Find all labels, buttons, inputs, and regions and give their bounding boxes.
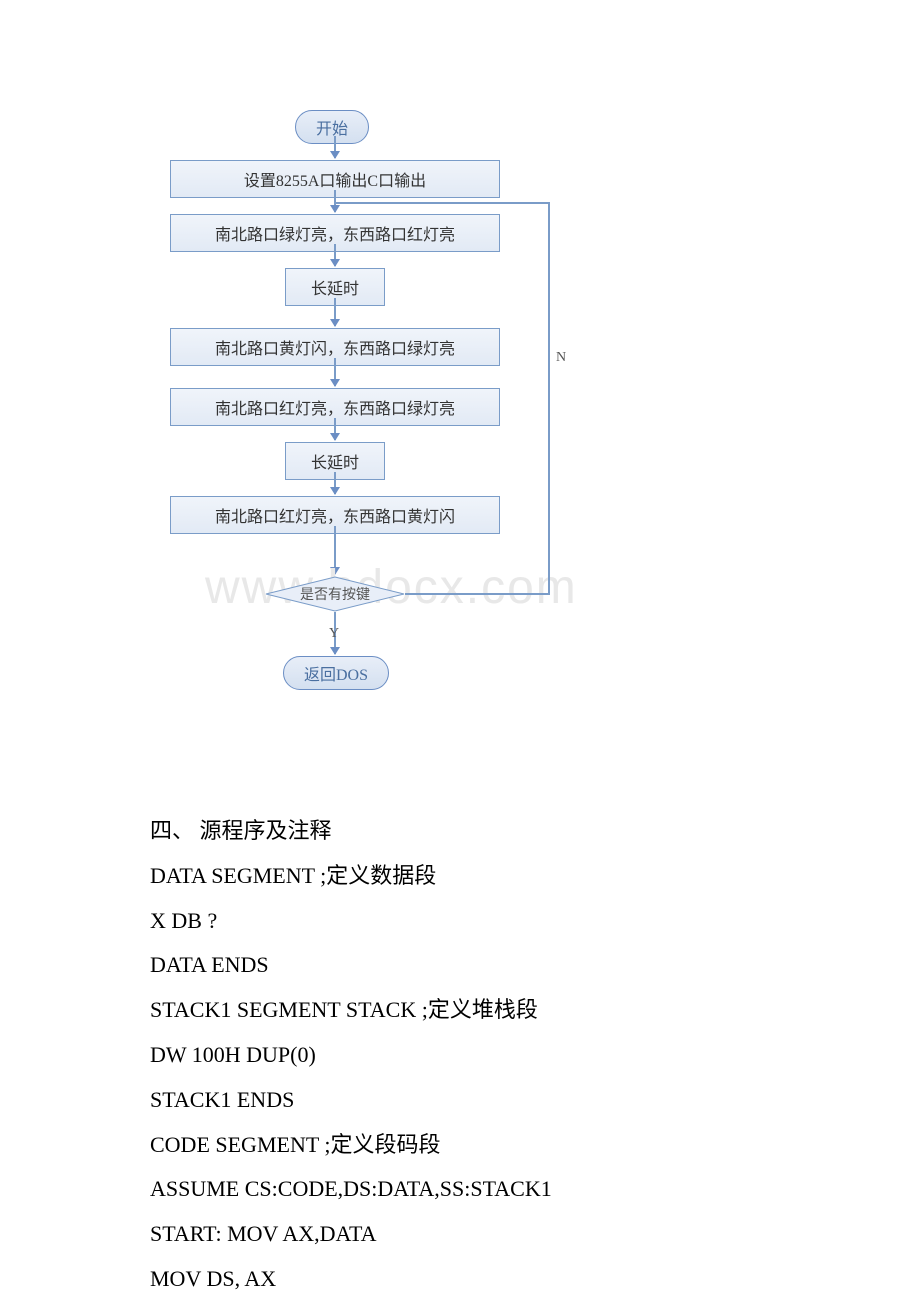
code-line: X DB ?: [150, 900, 920, 942]
code-line: MOV DS, AX: [150, 1258, 920, 1300]
label-yes: Y: [329, 626, 339, 642]
start-node: 开始: [295, 110, 369, 144]
code-line: DW 100H DUP(0): [150, 1034, 920, 1076]
arrow: [334, 190, 336, 212]
flowchart-container: 开始 设置8255A口输出C口输出 南北路口绿灯亮，东西路口红灯亮 长延时 南北…: [150, 0, 750, 800]
code-line: DATA SEGMENT ;定义数据段: [150, 855, 920, 897]
feedback-line: [336, 202, 549, 204]
arrow: [334, 358, 336, 386]
code-line: DATA ENDS: [150, 944, 920, 986]
feedback-line: [548, 202, 550, 594]
code-section: 四、 源程序及注释 DATA SEGMENT ;定义数据段 X DB ? DAT…: [0, 800, 920, 1300]
code-line: ASSUME CS:CODE,DS:DATA,SS:STACK1: [150, 1168, 920, 1210]
label-no: N: [556, 350, 566, 366]
arrow: [334, 298, 336, 326]
arrow: [334, 418, 336, 440]
arrow: [334, 244, 336, 266]
feedback-line: [405, 593, 550, 595]
arrow: [334, 136, 336, 158]
decision-keypress: 是否有按键: [265, 576, 405, 612]
end-node: 返回DOS: [283, 656, 389, 690]
code-line: STACK1 SEGMENT STACK ;定义堆栈段: [150, 989, 920, 1031]
decision-text: 是否有按键: [300, 584, 370, 604]
arrow: [334, 472, 336, 494]
section-heading: 四、 源程序及注释: [150, 810, 920, 852]
code-line: CODE SEGMENT ;定义段码段: [150, 1124, 920, 1166]
code-line: START: MOV AX,DATA: [150, 1213, 920, 1255]
code-line: STACK1 ENDS: [150, 1079, 920, 1121]
